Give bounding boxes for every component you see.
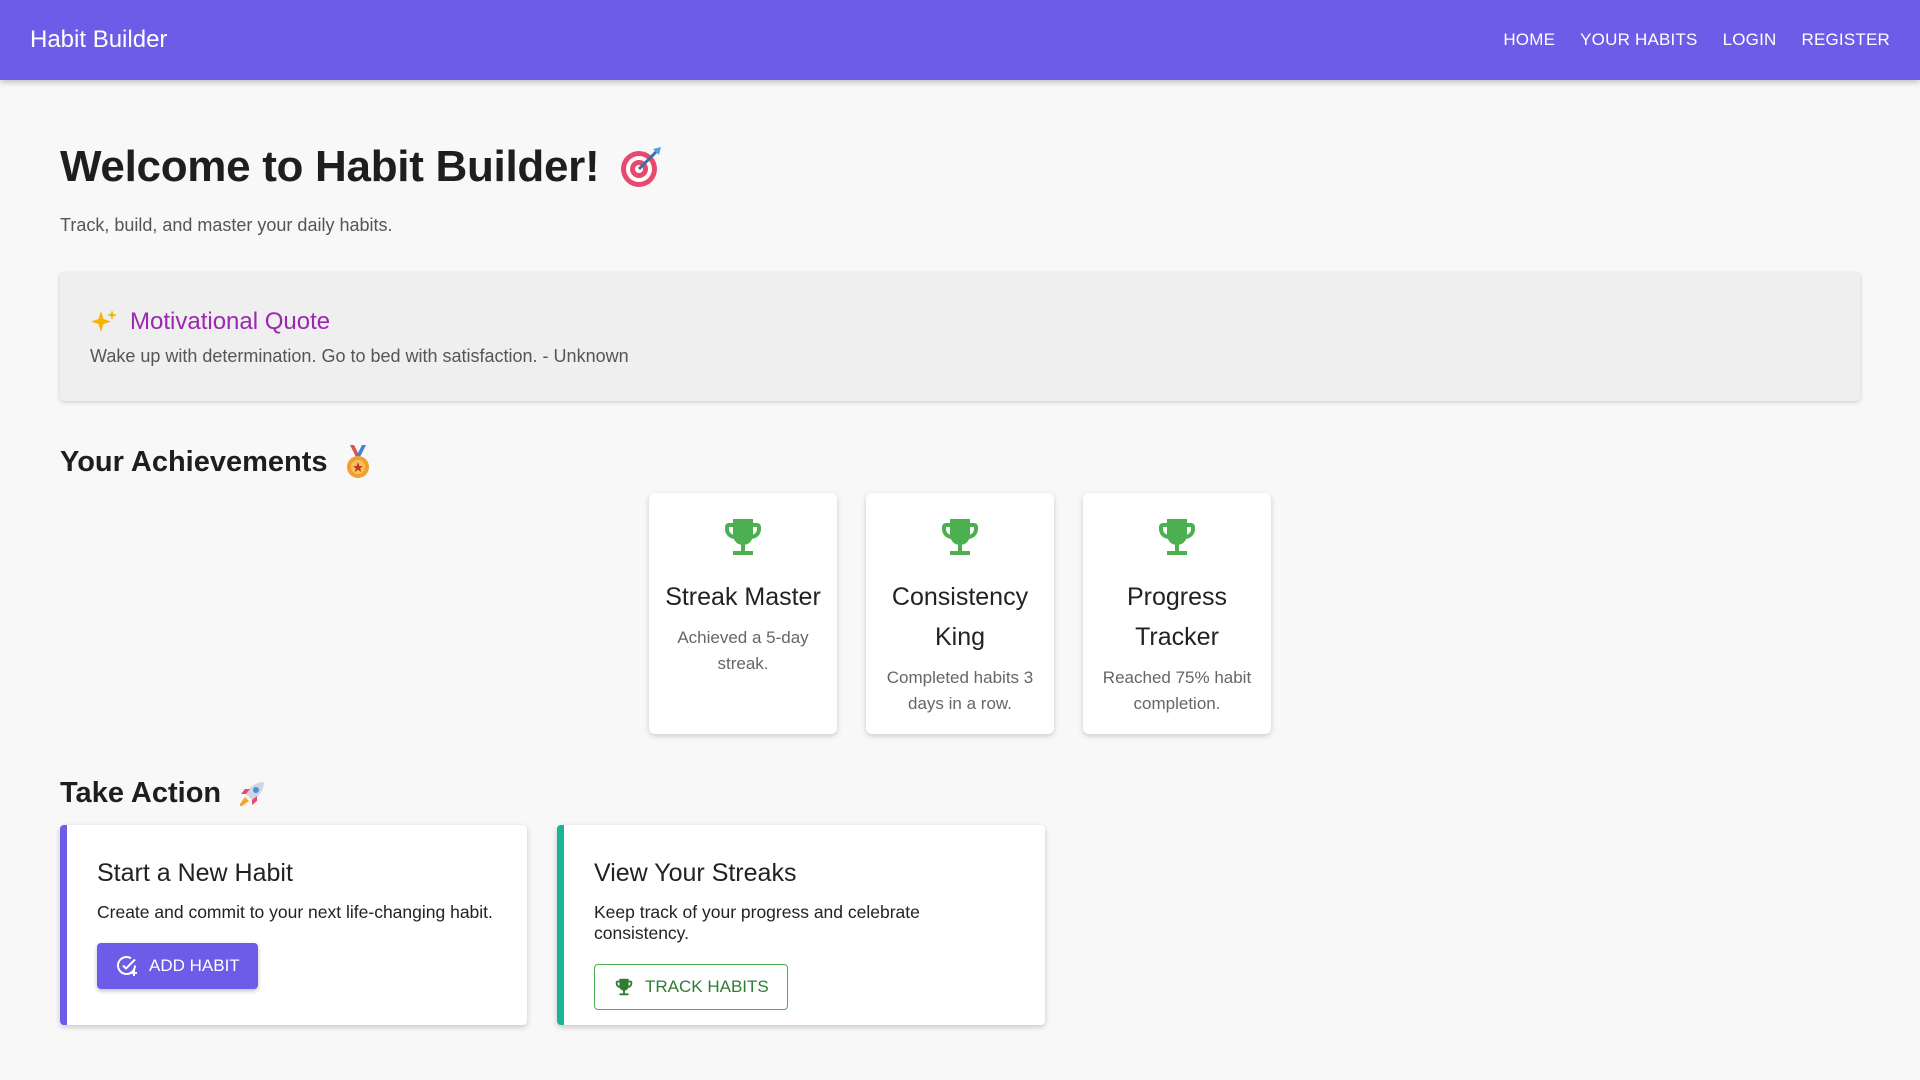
nav-links: HOME YOUR HABITS LOGIN REGISTER: [1503, 30, 1890, 50]
target-icon: [619, 145, 663, 189]
quote-title-text: Motivational Quote: [130, 308, 331, 335]
track-habits-button[interactable]: TRACK HABITS: [594, 964, 788, 1010]
action-card-title: View Your Streaks: [594, 859, 797, 887]
add-habit-button[interactable]: ADD HABIT: [97, 943, 258, 989]
motivational-quote-card: Motivational Quote Wake up with determin…: [60, 273, 1860, 401]
nav-home-link[interactable]: HOME: [1503, 30, 1555, 50]
trophy-icon: [725, 519, 761, 555]
achievement-card-progress-tracker: Progress Tracker Reached 75% habit compl…: [1083, 493, 1271, 734]
rocket-icon: [236, 778, 268, 810]
take-action-heading-text: Take Action: [60, 777, 222, 809]
action-card-desc: Keep track of your progress and celebrat…: [594, 902, 920, 943]
start-new-habit-card: Start a New Habit Create and commit to y…: [60, 825, 527, 1025]
nav-register-link[interactable]: REGISTER: [1801, 30, 1890, 50]
action-card-title: Start a New Habit: [97, 859, 293, 887]
achievement-desc: Reached 75% habit completion.: [1102, 668, 1252, 713]
action-card-desc: Create and commit to your next life-chan…: [97, 902, 493, 922]
view-streaks-card: View Your Streaks Keep track of your pro…: [557, 825, 1045, 1025]
action-cards: Start a New Habit Create and commit to y…: [60, 825, 1045, 1025]
medal-icon: [343, 445, 373, 479]
achievement-title: Consistency King: [891, 583, 1029, 651]
page-title: Welcome to Habit Builder!: [60, 142, 663, 192]
achievement-desc: Completed habits 3 days in a row.: [886, 668, 1034, 713]
top-navbar: Habit Builder HOME YOUR HABITS LOGIN REG…: [0, 0, 1920, 80]
achievements-list: Streak Master Achieved a 5-day streak. C…: [649, 493, 1271, 734]
achievement-desc: Achieved a 5-day streak.: [677, 628, 809, 673]
page-subtitle: Track, build, and master your daily habi…: [60, 215, 393, 235]
add-habit-button-label: ADD HABIT: [149, 956, 240, 975]
brand-logo-text[interactable]: Habit Builder: [30, 26, 167, 54]
achievement-title: Streak Master: [665, 583, 821, 611]
add-task-icon: [117, 956, 137, 976]
trophy-icon: [1159, 519, 1195, 555]
quote-text: Wake up with determination. Go to bed wi…: [90, 346, 629, 366]
nav-login-link[interactable]: LOGIN: [1723, 30, 1777, 50]
achievement-title: Progress Tracker: [1126, 583, 1228, 651]
achievements-heading: Your Achievements: [60, 445, 373, 479]
achievement-card-streak-master: Streak Master Achieved a 5-day streak.: [649, 493, 837, 734]
achievements-heading-text: Your Achievements: [60, 445, 328, 478]
take-action-heading: Take Action: [60, 777, 268, 810]
sparkles-icon: [90, 308, 118, 336]
trophy-icon: [615, 978, 633, 996]
quote-title: Motivational Quote: [90, 308, 1830, 336]
track-habits-button-label: TRACK HABITS: [645, 977, 769, 996]
achievement-card-consistency-king: Consistency King Completed habits 3 days…: [866, 493, 1054, 734]
nav-your-habits-link[interactable]: YOUR HABITS: [1580, 30, 1697, 50]
trophy-icon: [942, 519, 978, 555]
page-title-text: Welcome to Habit Builder!: [60, 142, 600, 191]
